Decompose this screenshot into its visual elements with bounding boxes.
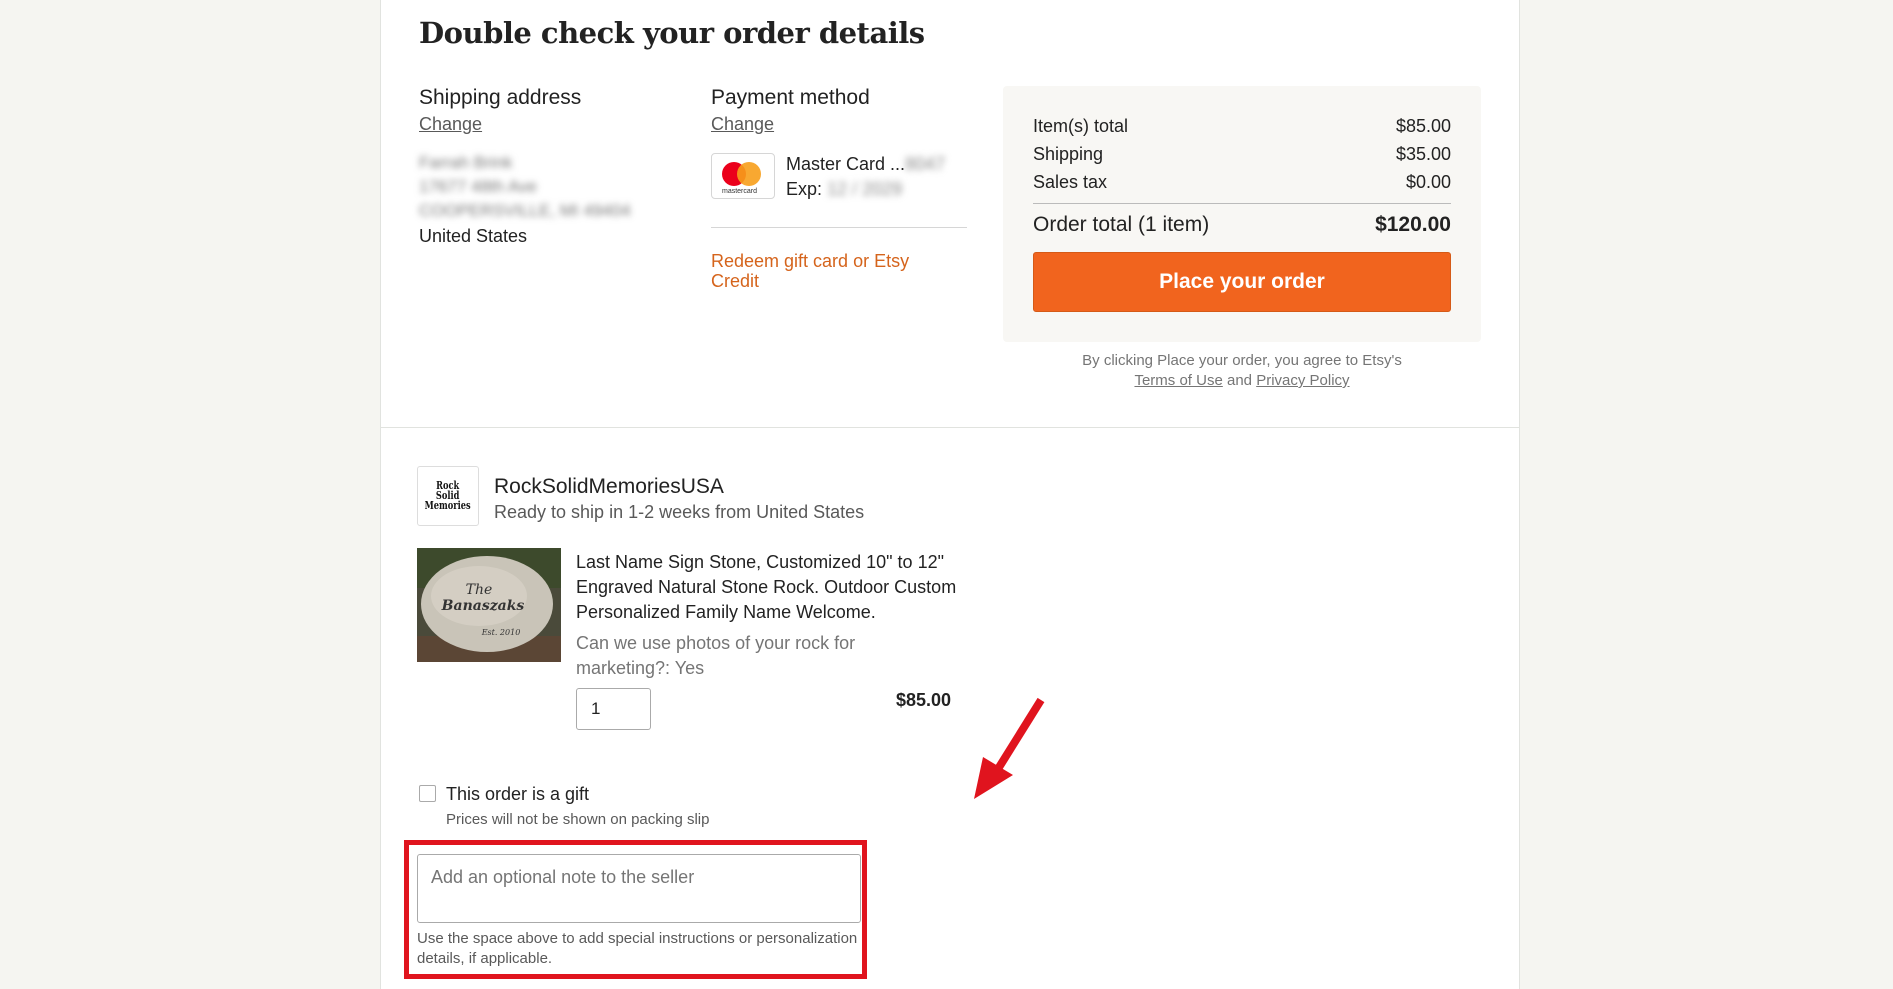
gift-label[interactable]: This order is a gift — [446, 784, 589, 805]
privacy-policy-link[interactable]: Privacy Policy — [1256, 372, 1349, 389]
product-title[interactable]: Last Name Sign Stone, Customized 10" to … — [576, 550, 976, 625]
product-image[interactable]: The Banaszaks Est. 2010 — [417, 548, 561, 662]
place-order-button[interactable]: Place your order — [1033, 252, 1451, 312]
summary-divider — [1033, 203, 1451, 204]
mastercard-icon: mastercard — [711, 153, 775, 199]
shipping-country: United States — [419, 226, 528, 246]
shipping-street: 17677 48th Ave — [419, 177, 537, 196]
card-exp-value: 12 / 2029 — [827, 179, 903, 199]
shop-logo[interactable]: Rock Solid Memories — [417, 466, 479, 526]
card-digits: 8047 — [905, 154, 946, 174]
gift-checkbox[interactable] — [419, 785, 436, 802]
payment-divider — [711, 227, 967, 228]
section-divider — [381, 427, 1519, 428]
shop-name[interactable]: RockSolidMemoriesUSA — [494, 475, 724, 499]
seller-note-help: Use the space above to add special instr… — [417, 930, 858, 967]
redeem-gift-card-link[interactable]: Redeem gift card or Etsy Credit — [711, 251, 961, 291]
shipping-name: Farrah Brink — [419, 153, 513, 172]
shipping-row: Shipping $35.00 — [1033, 144, 1451, 164]
payment-change-link[interactable]: Change — [711, 114, 774, 135]
checkout-card: Double check your order details Shipping… — [380, 0, 1520, 989]
red-arrow-icon — [974, 697, 1045, 799]
shipping-change-link[interactable]: Change — [419, 114, 482, 135]
payment-heading: Payment method — [711, 86, 870, 109]
terms-text: By clicking Place your order, you agree … — [1082, 352, 1402, 389]
gift-sublabel: Prices will not be shown on packing slip — [446, 811, 710, 828]
sales-tax-row: Sales tax $0.00 — [1033, 172, 1451, 192]
order-total-row: Order total (1 item) $120.00 — [1033, 213, 1451, 236]
order-summary: Item(s) total $85.00 Shipping $35.00 Sales… — [1003, 86, 1481, 342]
card-label: Master Card ...8047 — [786, 154, 946, 174]
card-expiry: Exp: 12 / 2029 — [786, 179, 903, 199]
page-title: Double check your order details — [419, 16, 925, 50]
seller-note-textarea[interactable]: Add an optional note to the seller — [417, 854, 861, 923]
svg-text:The: The — [466, 582, 493, 598]
svg-text:Est. 2010: Est. 2010 — [481, 628, 521, 637]
terms-of-use-link[interactable]: Terms of Use — [1134, 372, 1222, 389]
svg-text:Banaszaks: Banaszaks — [441, 598, 525, 614]
quantity-input[interactable] — [576, 688, 651, 730]
product-option: Can we use photos of your rock for marke… — [576, 633, 856, 678]
product-price: $85.00 — [896, 690, 952, 710]
items-total-row: Item(s) total $85.00 — [1033, 116, 1451, 136]
shop-ship-info: Ready to ship in 1-2 weeks from United S… — [494, 502, 865, 522]
shipping-heading: Shipping address — [419, 86, 582, 109]
shipping-city: COOPERSVILLE, MI 49404 — [419, 201, 631, 220]
